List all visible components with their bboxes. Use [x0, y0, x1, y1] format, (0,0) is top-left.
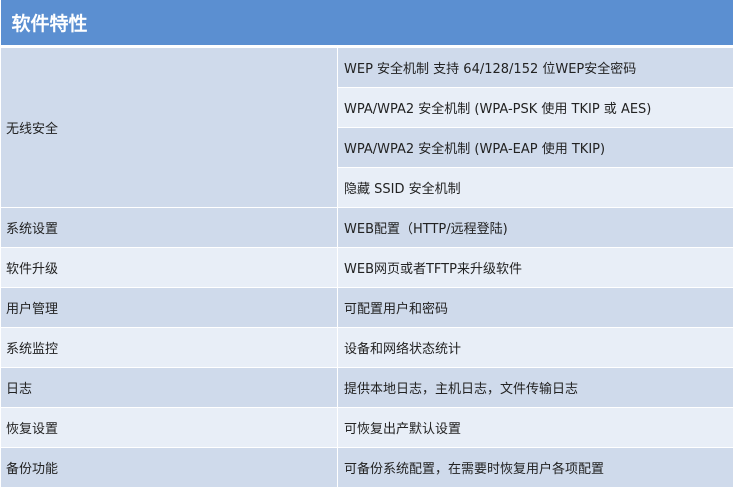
feature-cell: 软件升级 [0, 247, 338, 288]
value-cell: 设备和网络状态统计 [336, 327, 733, 368]
table-row: 系统监控 设备和网络状态统计 [0, 327, 733, 368]
table-row: 系统设置 WEB配置（HTTP/远程登陆) [0, 207, 733, 248]
table-row: 无线安全 WEP 安全机制 支持 64/128/152 位WEP安全密码 [0, 46, 733, 208]
feature-cell: 日志 [0, 367, 338, 408]
table-title: 软件特性 [0, 0, 733, 48]
value-cell: WEP 安全机制 支持 64/128/152 位WEP安全密码 [336, 46, 733, 88]
value-cell: 可恢复出产默认设置 [336, 407, 733, 448]
feature-cell: 备份功能 [0, 447, 338, 488]
feature-cell-wireless-security: 无线安全 [0, 46, 338, 208]
software-features-table: 软件特性 无线安全 WEP 安全机制 支持 64/128/152 位WEP安全密… [0, 0, 733, 488]
value-cell: 可备份系统配置，在需要时恢复用户各项配置 [336, 447, 733, 488]
feature-cell: 恢复设置 [0, 407, 338, 448]
value-cell: WEB网页或者TFTP来升级软件 [336, 247, 733, 288]
table-row: 恢复设置 可恢复出产默认设置 [0, 407, 733, 448]
value-cell: 可配置用户和密码 [336, 287, 733, 328]
feature-cell: 系统设置 [0, 207, 338, 248]
feature-cell: 系统监控 [0, 327, 338, 368]
table-row: 软件升级 WEB网页或者TFTP来升级软件 [0, 247, 733, 288]
feature-cell: 用户管理 [0, 287, 338, 328]
table-row: 备份功能 可备份系统配置，在需要时恢复用户各项配置 [0, 447, 733, 488]
table-row: 日志 提供本地日志，主机日志，文件传输日志 [0, 367, 733, 408]
value-cell: WPA/WPA2 安全机制 (WPA-PSK 使用 TKIP 或 AES) [336, 87, 733, 128]
value-cell: 隐藏 SSID 安全机制 [336, 167, 733, 208]
table-row: 用户管理 可配置用户和密码 [0, 287, 733, 328]
value-cell: WEB配置（HTTP/远程登陆) [336, 207, 733, 248]
value-cell: 提供本地日志，主机日志，文件传输日志 [336, 367, 733, 408]
value-cell: WPA/WPA2 安全机制 (WPA-EAP 使用 TKIP) [336, 127, 733, 168]
